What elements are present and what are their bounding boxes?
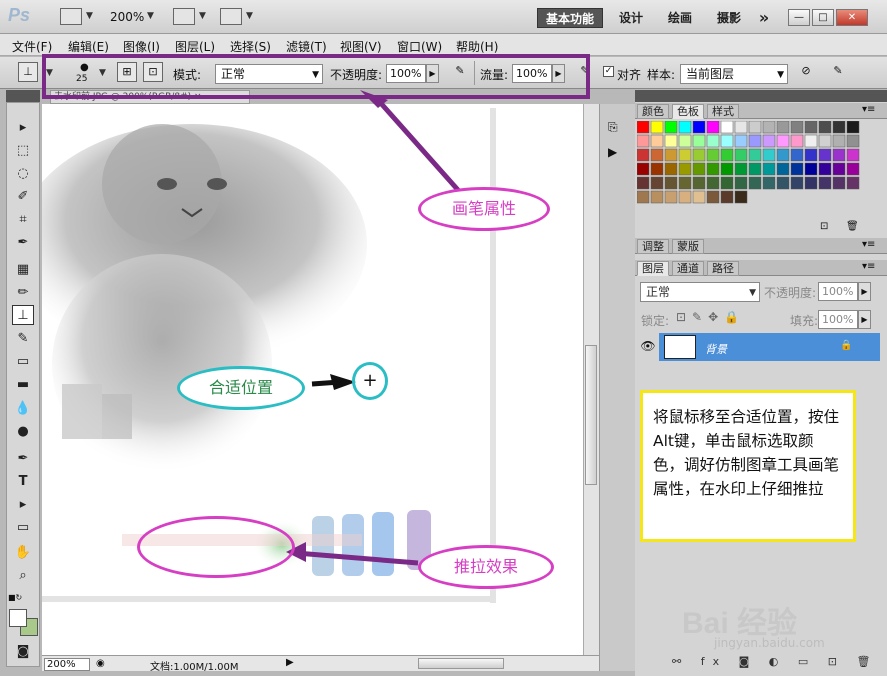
annotation-brush-props: 画笔属性 xyxy=(418,187,550,231)
push-effect-region xyxy=(137,516,295,578)
crosshair-cursor-icon: + xyxy=(352,362,388,400)
annotation-push-effect: 推拉效果 xyxy=(418,545,554,589)
annotation-suitable-pos: 合适位置 xyxy=(177,366,305,410)
